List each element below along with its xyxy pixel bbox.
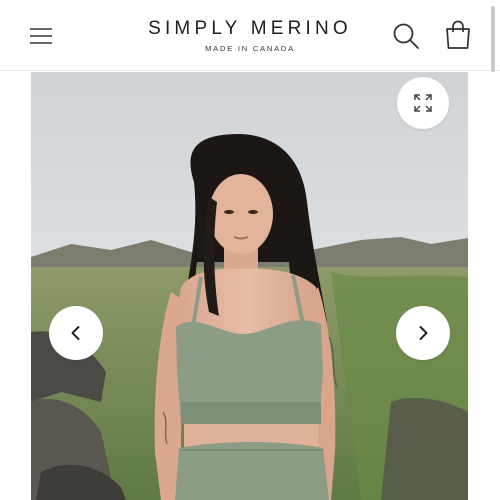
product-image-gallery[interactable] xyxy=(31,72,468,500)
brand-name: SIMPLY MERINO xyxy=(148,18,352,39)
expand-icon xyxy=(414,94,432,112)
brand-logo[interactable]: SIMPLY MERINO MADE IN CANADA xyxy=(0,18,500,53)
chevron-right-icon xyxy=(419,326,428,340)
chevron-left-icon xyxy=(71,326,80,340)
brand-tagline: MADE IN CANADA xyxy=(205,44,295,53)
previous-image-button[interactable] xyxy=(49,306,103,360)
shopping-bag-icon xyxy=(446,20,470,49)
product-photo xyxy=(31,72,468,500)
zoom-button[interactable] xyxy=(397,77,449,129)
page-scrollbar[interactable] xyxy=(491,6,495,72)
cart-button[interactable] xyxy=(443,19,473,51)
search-icon xyxy=(393,23,419,49)
next-image-button[interactable] xyxy=(396,306,450,360)
site-header: SIMPLY MERINO MADE IN CANADA xyxy=(0,0,500,71)
search-button[interactable] xyxy=(391,21,421,51)
